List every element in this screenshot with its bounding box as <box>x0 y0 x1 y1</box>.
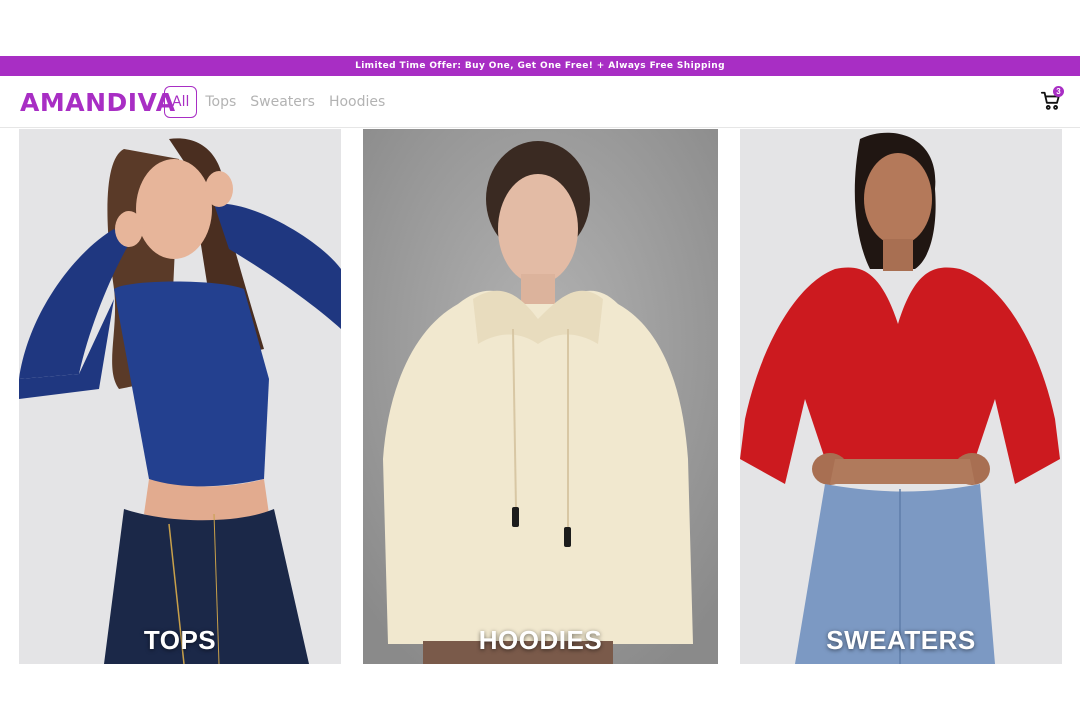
category-image-tops <box>19 129 341 664</box>
category-card-tops[interactable]: TOPS <box>19 129 341 664</box>
brand-logo[interactable]: AMANDIVA <box>20 88 176 117</box>
category-label-sweaters: SWEATERS <box>826 625 976 655</box>
site-header: AMANDIVA All Tops Sweaters Hoodies 3 <box>0 76 1080 128</box>
category-card-sweaters[interactable]: SWEATERS <box>740 129 1062 664</box>
nav-item-tops[interactable]: Tops <box>205 94 236 110</box>
nav-item-all[interactable]: All <box>164 86 198 118</box>
category-image-sweaters <box>740 129 1062 664</box>
nav-item-sweaters[interactable]: Sweaters <box>250 94 315 110</box>
promo-text: Limited Time Offer: Buy One, Get One Fre… <box>355 61 725 71</box>
category-label-hoodies: HOODIES <box>478 625 603 655</box>
category-image-hoodies <box>363 129 718 664</box>
cart-button[interactable]: 3 <box>1038 86 1068 116</box>
category-label-tops: TOPS <box>143 625 217 655</box>
promo-banner: Limited Time Offer: Buy One, Get One Fre… <box>0 56 1080 76</box>
nav-item-hoodies[interactable]: Hoodies <box>329 94 385 110</box>
category-card-hoodies[interactable]: HOODIES <box>363 129 718 664</box>
cart-count-badge: 3 <box>1053 86 1064 97</box>
category-nav: All Tops Sweaters Hoodies <box>164 86 399 118</box>
